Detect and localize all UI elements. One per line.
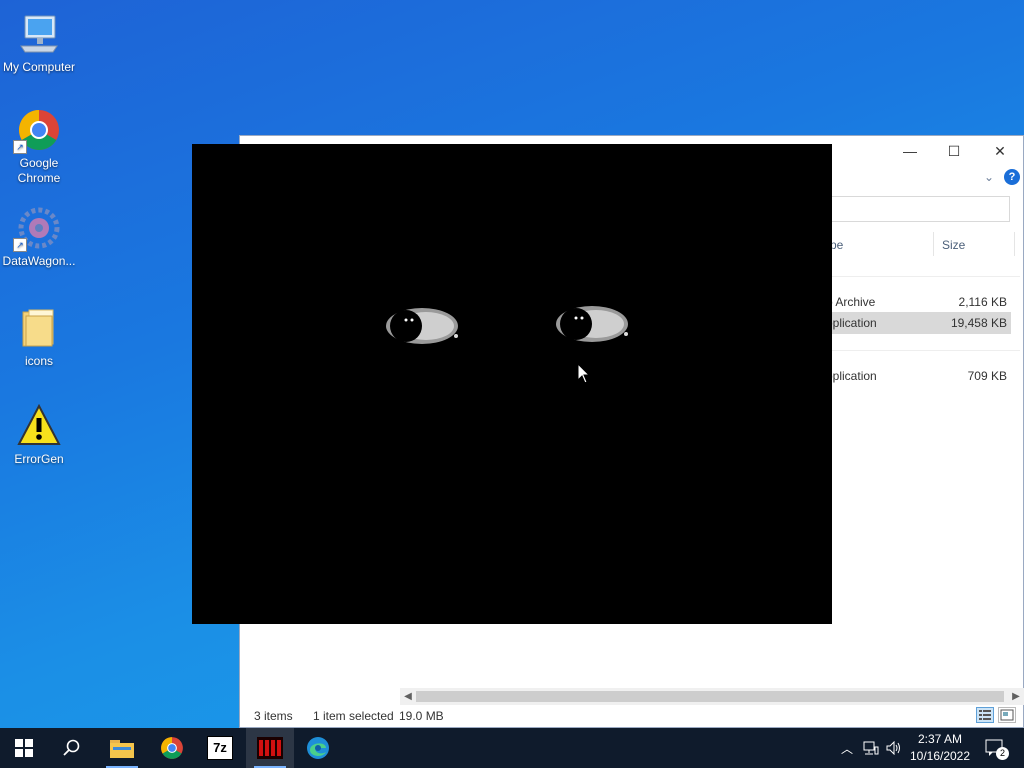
notification-count-badge: 2	[996, 747, 1009, 760]
folder-icon	[17, 306, 61, 350]
desktop-icon-icons-folder[interactable]: icons	[0, 306, 78, 369]
large-icons-view-button[interactable]	[998, 707, 1016, 723]
column-divider[interactable]	[1014, 232, 1015, 256]
ribbon-expand-chevron-icon[interactable]: ⌄	[984, 170, 994, 184]
scroll-right-arrow-icon[interactable]: ▶	[1008, 688, 1024, 705]
maximize-button[interactable]: ☐	[932, 138, 976, 164]
clock[interactable]: 2:37 AM 10/16/2022	[905, 731, 975, 765]
gear-cluster-icon: ↗	[13, 206, 61, 252]
mouse-cursor-icon	[577, 363, 591, 384]
status-item-count: 3 items	[254, 709, 293, 723]
search-icon	[63, 739, 80, 756]
chevron-up-icon: ︿	[840, 741, 853, 756]
horizontal-scrollbar[interactable]: ◀ ▶	[400, 688, 1024, 705]
file-row[interactable]: pplication 709 KB	[826, 365, 1011, 387]
clock-date: 10/16/2022	[909, 749, 971, 763]
clock-time: 2:37 AM	[917, 732, 963, 746]
minimize-button[interactable]: —	[888, 138, 932, 164]
taskbar-file-explorer[interactable]	[98, 728, 146, 768]
start-icon	[15, 739, 33, 757]
details-view-button[interactable]	[976, 707, 994, 723]
column-divider[interactable]	[933, 232, 934, 256]
column-header-type[interactable]: pe	[830, 238, 843, 252]
desktop-icon-label: icons	[24, 354, 53, 368]
close-button[interactable]: ✕	[978, 138, 1022, 164]
desktop-icon-label: My Computer	[2, 60, 76, 74]
status-selection: 1 item selected	[313, 709, 394, 723]
shortcut-arrow-icon: ↗	[13, 238, 27, 252]
volume-button[interactable]	[884, 728, 904, 768]
column-header-size[interactable]: Size	[942, 238, 965, 252]
taskbar-chrome[interactable]	[148, 728, 196, 768]
taskbar: 7z ︿ 2:37 AM 10/16/2022 2	[0, 728, 1024, 768]
network-icon	[863, 741, 879, 755]
network-button[interactable]	[860, 728, 882, 768]
app-icon	[257, 737, 283, 759]
status-selection-size: 19.0 MB	[399, 709, 444, 723]
search-button[interactable]	[48, 728, 96, 768]
show-hidden-icons-button[interactable]: ︿	[838, 728, 856, 768]
computer-icon	[17, 12, 61, 56]
taskbar-7zip[interactable]: 7z	[196, 728, 244, 768]
desktop-icon-label: ErrorGen	[14, 452, 64, 466]
speaker-icon	[886, 741, 900, 755]
file-explorer-icon	[110, 740, 134, 758]
warning-icon	[17, 403, 61, 448]
desktop-icon-datawagon[interactable]: ↗ DataWagon...	[0, 206, 78, 269]
notification-center-button[interactable]: 2	[980, 728, 1010, 768]
file-type: pplication	[826, 369, 877, 383]
file-type: p Archive	[826, 295, 876, 309]
group-separator	[830, 350, 1020, 351]
chrome-icon: ↗	[13, 108, 61, 154]
start-button[interactable]	[0, 728, 48, 768]
scrollbar-thumb[interactable]	[416, 691, 1004, 702]
desktop-icon-google-chrome[interactable]: ↗ Google Chrome	[0, 108, 78, 186]
status-bar: 3 items 1 item selected 19.0 MB	[240, 706, 1023, 726]
desktop-icon-errorgen[interactable]: ErrorGen	[0, 403, 78, 467]
taskbar-edge[interactable]	[294, 728, 342, 768]
shortcut-arrow-icon: ↗	[13, 140, 27, 154]
file-size: 2,116 KB	[958, 295, 1007, 309]
help-button[interactable]: ?	[1004, 169, 1020, 185]
taskbar-app-active[interactable]	[246, 728, 294, 768]
file-row[interactable]: p Archive 2,116 KB	[826, 291, 1011, 313]
file-row-selected[interactable]: pplication 19,458 KB	[826, 312, 1011, 334]
file-size: 709 KB	[967, 369, 1007, 383]
desktop-icon-label: Google Chrome	[17, 156, 61, 185]
desktop-icon-label: DataWagon...	[2, 254, 76, 268]
desktop-icon-my-computer[interactable]: My Computer	[0, 12, 78, 75]
chrome-icon	[161, 737, 183, 759]
edge-icon	[307, 737, 329, 759]
right-eye-image	[556, 306, 628, 342]
search-box[interactable]	[830, 196, 1010, 222]
header-separator	[830, 276, 1020, 277]
file-type: pplication	[826, 316, 877, 330]
fullscreen-app-window[interactable]	[192, 144, 832, 624]
scroll-left-arrow-icon[interactable]: ◀	[400, 688, 416, 705]
7zip-icon: 7z	[207, 736, 233, 760]
left-eye-image	[386, 308, 458, 344]
file-size: 19,458 KB	[950, 316, 1007, 330]
